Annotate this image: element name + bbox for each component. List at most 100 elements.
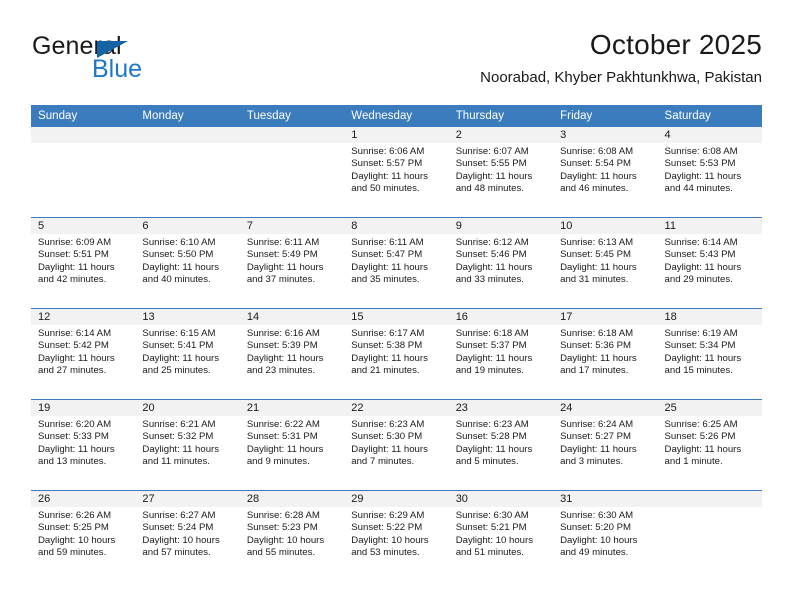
calendar-day-cell[interactable]: 6 Sunrise: 6:10 AM Sunset: 5:50 PM Daylight… [135, 217, 240, 309]
day-cell-details: Sunrise: 6:07 AM Sunset: 5:55 PM Daylight:… [449, 143, 553, 195]
sunrise-text: Sunrise: 6:16 AM [246, 328, 320, 339]
sunset-text: Sunset: 5:53 PM [664, 158, 736, 170]
daylight-text-line1: Daylight: 11 hours [455, 443, 533, 455]
sunrise-text: Sunrise: 6:06 AM [351, 146, 425, 157]
day-cell-details: Sunrise: 6:13 AM Sunset: 5:45 PM Daylight:… [553, 234, 657, 286]
calendar-day-cell[interactable]: 1 Sunrise: 6:06 AM Sunset: 5:57 PM Daylight… [344, 127, 449, 218]
calendar-day-cell[interactable]: 21 Sunrise: 6:22 AM Sunset: 5:31 PM Dayligh… [239, 399, 345, 491]
sunset-text: Sunset: 5:57 PM [351, 158, 423, 170]
title-block: October 2025 Noorabad, Khyber Pakhtunkhw… [480, 28, 762, 87]
day-cell-details: Sunrise: 6:15 AM Sunset: 5:41 PM Daylight:… [135, 325, 239, 377]
calendar-day-cell[interactable]: 10 Sunrise: 6:13 AM Sunset: 5:45 PM Dayligh… [553, 217, 658, 309]
calendar-day-cell[interactable]: 19 Sunrise: 6:20 AM Sunset: 5:33 PM Dayligh… [31, 399, 136, 491]
calendar-day-cell[interactable]: 22 Sunrise: 6:23 AM Sunset: 5:30 PM Dayligh… [344, 399, 449, 491]
day-cell-details: Sunrise: 6:20 AM Sunset: 5:33 PM Daylight:… [31, 416, 135, 468]
sunset-text: Sunset: 5:54 PM [560, 158, 632, 170]
calendar-day-cell[interactable]: 30 Sunrise: 6:30 AM Sunset: 5:21 PM Dayligh… [448, 490, 554, 581]
sunrise-text: Sunrise: 6:18 AM [560, 328, 634, 339]
day-cell-inner: 25 Sunrise: 6:25 AM Sunset: 5:26 PM Dayligh… [657, 400, 762, 490]
daylight-text-line1: Daylight: 11 hours [38, 443, 115, 455]
day-cell-details: Sunrise: 6:30 AM Sunset: 5:20 PM Daylight:… [553, 507, 657, 559]
calendar-day-cell[interactable]: 20 Sunrise: 6:21 AM Sunset: 5:32 PM Dayligh… [135, 399, 240, 491]
daylight-text-line1: Daylight: 10 hours [246, 534, 325, 546]
sunset-text: Sunset: 5:37 PM [455, 340, 527, 352]
daylight-text-line1: Daylight: 10 hours [560, 534, 638, 546]
general-blue-logo[interactable]: General Blue [30, 32, 250, 90]
daylight-text-line2: and 21 minutes. [351, 364, 420, 376]
sunset-text: Sunset: 5:25 PM [38, 522, 109, 534]
calendar-day-cell[interactable]: 11 Sunrise: 6:14 AM Sunset: 5:43 PM Dayligh… [657, 217, 762, 309]
calendar-day-cell[interactable]: 16 Sunrise: 6:18 AM Sunset: 5:37 PM Dayligh… [448, 308, 554, 400]
day-cell-inner: 3 Sunrise: 6:08 AM Sunset: 5:54 PM Daylight… [553, 127, 658, 217]
sunset-text: Sunset: 5:47 PM [351, 249, 423, 261]
daylight-text-line2: and 11 minutes. [142, 455, 210, 467]
sunrise-text: Sunrise: 6:08 AM [664, 146, 738, 157]
daylight-text-line2: and 5 minutes. [455, 455, 519, 467]
calendar-day-cell[interactable]: 7 Sunrise: 6:11 AM Sunset: 5:49 PM Daylight… [239, 217, 345, 309]
day-cell-inner [657, 491, 762, 581]
daylight-text-line2: and 25 minutes. [142, 364, 211, 376]
sunrise-text: Sunrise: 6:18 AM [455, 328, 529, 339]
calendar-day-cell[interactable]: 8 Sunrise: 6:11 AM Sunset: 5:47 PM Daylight… [344, 217, 449, 309]
calendar-day-cell[interactable]: 27 Sunrise: 6:27 AM Sunset: 5:24 PM Dayligh… [135, 490, 240, 581]
daylight-text-line1: Daylight: 11 hours [142, 443, 220, 455]
calendar-day-cell[interactable]: 24 Sunrise: 6:24 AM Sunset: 5:27 PM Dayligh… [553, 399, 658, 491]
calendar-day-cell[interactable]: 4 Sunrise: 6:08 AM Sunset: 5:53 PM Daylight… [657, 127, 762, 218]
calendar-day-cell[interactable]: 31 Sunrise: 6:30 AM Sunset: 5:20 PM Dayligh… [553, 490, 658, 581]
day-cell-inner: 23 Sunrise: 6:23 AM Sunset: 5:28 PM Dayligh… [448, 400, 554, 490]
day-number: 18 [657, 309, 762, 325]
daylight-text-line2: and 51 minutes. [455, 546, 524, 558]
daylight-text-line1: Daylight: 11 hours [664, 352, 742, 364]
daylight-text-line2: and 40 minutes. [142, 273, 211, 285]
sunrise-text: Sunrise: 6:11 AM [246, 237, 320, 248]
sunrise-text: Sunrise: 6:27 AM [142, 510, 216, 521]
calendar-week-row: 26 Sunrise: 6:26 AM Sunset: 5:25 PM Dayligh… [31, 490, 762, 581]
weekday-header-friday: Friday [553, 105, 658, 127]
daylight-text-line1: Daylight: 11 hours [246, 352, 324, 364]
calendar-day-cell[interactable]: 12 Sunrise: 6:14 AM Sunset: 5:42 PM Dayligh… [31, 308, 136, 400]
daylight-text-line2: and 9 minutes. [246, 455, 310, 467]
logo-text-blue: Blue [92, 55, 143, 83]
day-number [657, 491, 762, 507]
calendar-week-row: 19 Sunrise: 6:20 AM Sunset: 5:33 PM Dayligh… [31, 399, 762, 491]
sunrise-text: Sunrise: 6:30 AM [560, 510, 634, 521]
sunrise-text: Sunrise: 6:08 AM [560, 146, 634, 157]
calendar-day-cell[interactable]: 9 Sunrise: 6:12 AM Sunset: 5:46 PM Daylight… [448, 217, 554, 309]
day-number: 1 [344, 127, 449, 143]
calendar-day-cell[interactable]: 3 Sunrise: 6:08 AM Sunset: 5:54 PM Daylight… [553, 127, 658, 218]
day-number: 13 [135, 309, 240, 325]
sunset-text: Sunset: 5:28 PM [455, 431, 527, 443]
sunrise-text: Sunrise: 6:24 AM [560, 419, 634, 430]
calendar-day-cell[interactable]: 13 Sunrise: 6:15 AM Sunset: 5:41 PM Dayligh… [135, 308, 240, 400]
day-cell-details: Sunrise: 6:27 AM Sunset: 5:24 PM Daylight:… [135, 507, 239, 559]
day-cell-details: Sunrise: 6:29 AM Sunset: 5:22 PM Daylight:… [344, 507, 448, 559]
page-title: October 2025 [589, 29, 762, 60]
calendar-day-cell[interactable]: 18 Sunrise: 6:19 AM Sunset: 5:34 PM Dayligh… [657, 308, 762, 400]
daylight-text-line2: and 48 minutes. [455, 182, 524, 194]
calendar-day-cell[interactable]: 5 Sunrise: 6:09 AM Sunset: 5:51 PM Daylight… [31, 217, 136, 309]
calendar-day-cell[interactable]: 29 Sunrise: 6:29 AM Sunset: 5:22 PM Dayligh… [344, 490, 449, 581]
day-cell-inner: 1 Sunrise: 6:06 AM Sunset: 5:57 PM Daylight… [344, 127, 449, 217]
calendar-body: 1 Sunrise: 6:06 AM Sunset: 5:57 PM Daylight… [31, 127, 762, 581]
calendar-day-cell-empty [657, 490, 762, 581]
sunrise-text: Sunrise: 6:14 AM [38, 328, 112, 339]
calendar-day-cell[interactable]: 17 Sunrise: 6:18 AM Sunset: 5:36 PM Dayligh… [553, 308, 658, 400]
calendar-day-cell[interactable]: 14 Sunrise: 6:16 AM Sunset: 5:39 PM Dayligh… [239, 308, 345, 400]
calendar-day-cell[interactable]: 28 Sunrise: 6:28 AM Sunset: 5:23 PM Dayligh… [239, 490, 345, 581]
day-number [239, 127, 345, 143]
calendar-day-cell[interactable]: 26 Sunrise: 6:26 AM Sunset: 5:25 PM Dayligh… [31, 490, 136, 581]
day-cell-inner: 9 Sunrise: 6:12 AM Sunset: 5:46 PM Daylight… [448, 218, 554, 308]
sunrise-text: Sunrise: 6:30 AM [455, 510, 529, 521]
calendar-day-cell[interactable]: 15 Sunrise: 6:17 AM Sunset: 5:38 PM Dayligh… [344, 308, 449, 400]
calendar-header-row: Sunday Monday Tuesday Wednesday Thursday… [31, 105, 762, 127]
day-cell-inner: 30 Sunrise: 6:30 AM Sunset: 5:21 PM Dayligh… [448, 491, 554, 581]
day-cell-details: Sunrise: 6:11 AM Sunset: 5:47 PM Daylight:… [344, 234, 448, 286]
weekday-header-sunday: Sunday [31, 105, 136, 127]
sunset-text: Sunset: 5:27 PM [560, 431, 632, 443]
daylight-text-line1: Daylight: 11 hours [246, 443, 324, 455]
calendar-day-cell[interactable]: 23 Sunrise: 6:23 AM Sunset: 5:28 PM Dayligh… [448, 399, 554, 491]
sunset-text: Sunset: 5:36 PM [560, 340, 632, 352]
calendar-day-cell[interactable]: 25 Sunrise: 6:25 AM Sunset: 5:26 PM Dayligh… [657, 399, 762, 491]
calendar-day-cell[interactable]: 2 Sunrise: 6:07 AM Sunset: 5:55 PM Daylight… [448, 127, 554, 218]
sunset-text: Sunset: 5:42 PM [38, 340, 109, 352]
